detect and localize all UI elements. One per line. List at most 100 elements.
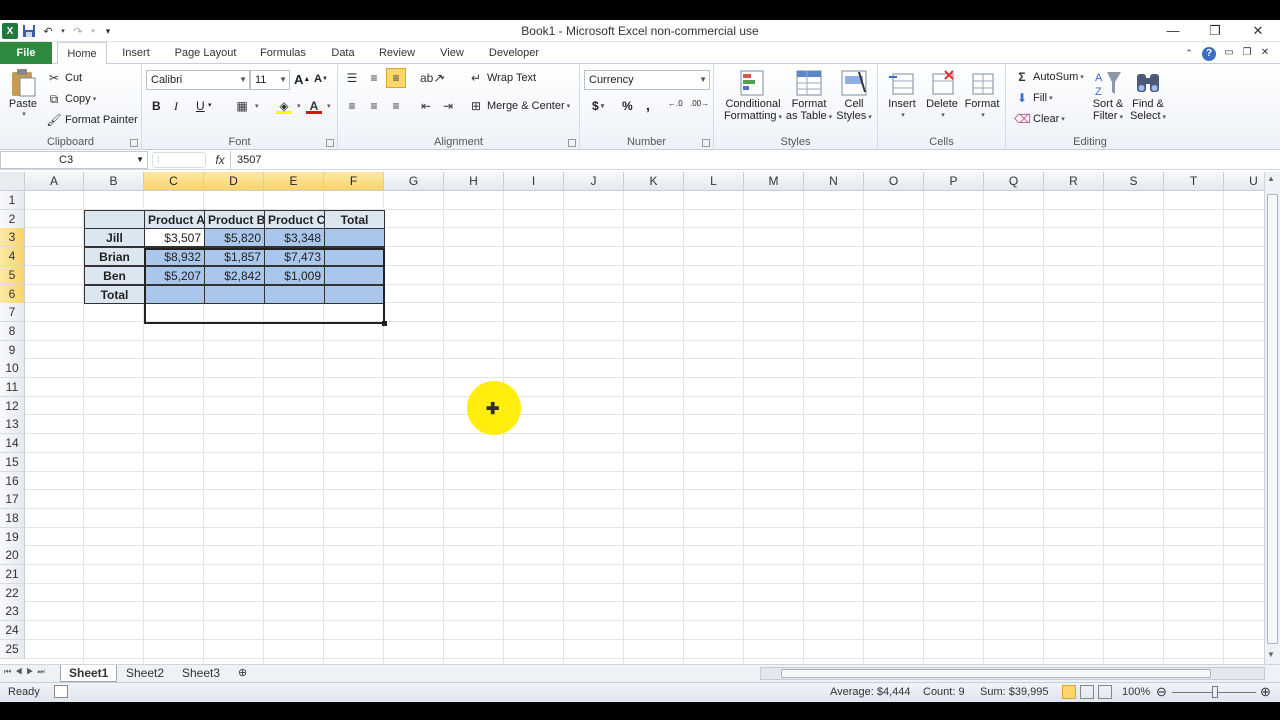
currency-button[interactable]: $ ▾ [592, 99, 604, 113]
cut-button[interactable]: ✂ Cut [46, 70, 82, 86]
column-header-h[interactable]: H [444, 172, 504, 191]
column-header-m[interactable]: M [744, 172, 804, 191]
row-label-cell[interactable]: Total [84, 285, 145, 304]
column-header-b[interactable]: B [84, 172, 144, 191]
font-size-dropdown[interactable]: 11 ▼ [250, 70, 290, 90]
column-header-d[interactable]: D [204, 172, 264, 191]
column-header-u[interactable]: U [1224, 172, 1264, 191]
row-header-17[interactable]: 17 [0, 490, 25, 510]
row-header-3[interactable]: 3 [0, 228, 25, 248]
shrink-font-button[interactable]: A ▼ [314, 73, 328, 85]
row-header-11[interactable]: 11 [0, 378, 25, 397]
row-label-cell[interactable]: Ben [84, 266, 145, 285]
doc-minimize-icon[interactable]: ▭ [1220, 42, 1238, 64]
column-header-e[interactable]: E [264, 172, 324, 191]
insert-sheet-icon[interactable]: ⊕ [230, 665, 255, 682]
column-header-q[interactable]: Q [984, 172, 1044, 191]
worksheet-grid[interactable]: ABCDEFGHIJKLMNOPQRSTU 1 2 3 4 5 6 7 8 9 10 11 12 13 1… [0, 172, 1264, 664]
conditional-formatting-button[interactable]: Conditional Formatting ▾ [720, 68, 786, 124]
tab-insert[interactable]: Insert [113, 42, 159, 64]
horizontal-scroll-thumb[interactable] [781, 669, 1211, 678]
restore-button[interactable]: ❐ [1195, 22, 1235, 40]
fill-handle[interactable] [382, 321, 387, 326]
column-header-i[interactable]: I [504, 172, 564, 191]
tab-formulas[interactable]: Formulas [253, 42, 313, 64]
table-corner-cell[interactable] [84, 210, 145, 229]
row-header-20[interactable]: 20 [0, 546, 25, 566]
table-cell[interactable]: $5,207 [144, 266, 205, 285]
column-heading-cell[interactable]: Total [324, 210, 385, 229]
vertical-scroll-thumb[interactable] [1267, 194, 1278, 644]
copy-button[interactable]: ⧉ Copy ▾ [46, 91, 97, 107]
row-header-22[interactable]: 22 [0, 583, 25, 603]
table-cell[interactable]: $3,507 [144, 228, 205, 247]
help-icon[interactable]: ? [1200, 42, 1218, 64]
percent-button[interactable]: % [622, 99, 633, 113]
row-label-cell[interactable]: Brian [84, 247, 145, 266]
font-name-dropdown[interactable]: Calibri ▼ [146, 70, 250, 90]
row-header-16[interactable]: 16 [0, 471, 25, 491]
scroll-up-icon[interactable]: ▲ [1267, 174, 1275, 183]
table-cell[interactable]: $1,857 [204, 247, 265, 266]
sheet-tab-2[interactable]: Sheet2 [118, 665, 172, 682]
insert-cells-button[interactable]: Insert ▾ [882, 68, 922, 122]
row-header-24[interactable]: 24 [0, 621, 25, 641]
row-header-1[interactable]: 1 [0, 191, 25, 210]
font-launcher-icon[interactable] [326, 139, 334, 147]
orientation-button[interactable]: ab↗ ▾ [420, 70, 445, 86]
number-format-dropdown[interactable]: Currency ▼ [584, 70, 710, 90]
fill-button[interactable]: ⬇ Fill ▾ [1014, 90, 1053, 106]
row-header-13[interactable]: 13 [0, 415, 25, 435]
page-layout-view-icon[interactable] [1080, 685, 1094, 699]
zoom-level[interactable]: 100% [1122, 686, 1150, 698]
increase-indent-button[interactable]: ⇥ [440, 98, 459, 114]
scroll-down-icon[interactable]: ▼ [1267, 650, 1275, 659]
copy-dropdown-icon[interactable]: ▾ [93, 95, 97, 103]
table-cell[interactable] [144, 285, 205, 304]
table-cell[interactable]: $1,009 [264, 266, 325, 285]
column-header-j[interactable]: J [564, 172, 624, 191]
column-header-l[interactable]: L [684, 172, 744, 191]
name-box[interactable]: C3 ▼ [0, 151, 148, 169]
delete-cells-button[interactable]: Delete ▾ [922, 68, 962, 122]
comma-button[interactable]: , [646, 97, 650, 113]
grow-font-button[interactable]: A ▲ [294, 72, 310, 87]
middle-align-button[interactable]: ≡ [366, 70, 385, 86]
table-cell[interactable]: $3,348 [264, 228, 325, 247]
tab-file[interactable]: File [0, 42, 52, 64]
minimize-button[interactable]: — [1153, 22, 1193, 40]
format-cells-button[interactable]: Format ▾ [962, 68, 1002, 122]
paste-dropdown-icon[interactable]: ▾ [22, 110, 26, 118]
tab-page-layout[interactable]: Page Layout [168, 42, 243, 64]
tab-home[interactable]: Home [57, 42, 107, 65]
format-as-table-button[interactable]: Format as Table ▾ [786, 68, 832, 124]
row-header-23[interactable]: 23 [0, 602, 25, 622]
formula-bar-resize-handle[interactable]: ⁞ [152, 152, 206, 168]
normal-view-icon[interactable] [1062, 685, 1076, 699]
row-header-14[interactable]: 14 [0, 434, 25, 454]
bold-button[interactable]: B [152, 99, 161, 113]
table-cell[interactable] [264, 285, 325, 304]
zoom-out-icon[interactable]: ⊖ [1156, 684, 1167, 700]
column-heading-cell[interactable]: Product C [264, 210, 325, 229]
table-cell[interactable]: $8,932 [144, 247, 205, 266]
top-align-button[interactable]: ☰ [344, 70, 363, 86]
decrease-decimal-button[interactable]: .00→ [690, 99, 709, 108]
table-cell[interactable]: $7,473 [264, 247, 325, 266]
doc-close-icon[interactable]: ✕ [1256, 42, 1274, 64]
row-header-6[interactable]: 6 [0, 284, 25, 304]
row-header-12[interactable]: 12 [0, 396, 25, 416]
tab-developer[interactable]: Developer [482, 42, 546, 64]
sheet-tab-1[interactable]: Sheet1 [60, 665, 118, 682]
column-header-a[interactable]: A [25, 172, 84, 191]
table-cell[interactable] [324, 228, 385, 247]
row-header-2[interactable]: 2 [0, 209, 25, 229]
horizontal-scrollbar[interactable] [760, 667, 1265, 680]
underline-dropdown-icon[interactable]: ▾ [208, 101, 212, 109]
table-cell[interactable]: $5,820 [204, 228, 265, 247]
row-label-cell[interactable]: Jill [84, 228, 145, 247]
number-launcher-icon[interactable] [702, 139, 710, 147]
sheet-tab-3[interactable]: Sheet3 [174, 665, 228, 682]
column-header-n[interactable]: N [804, 172, 864, 191]
alignment-launcher-icon[interactable] [568, 139, 576, 147]
